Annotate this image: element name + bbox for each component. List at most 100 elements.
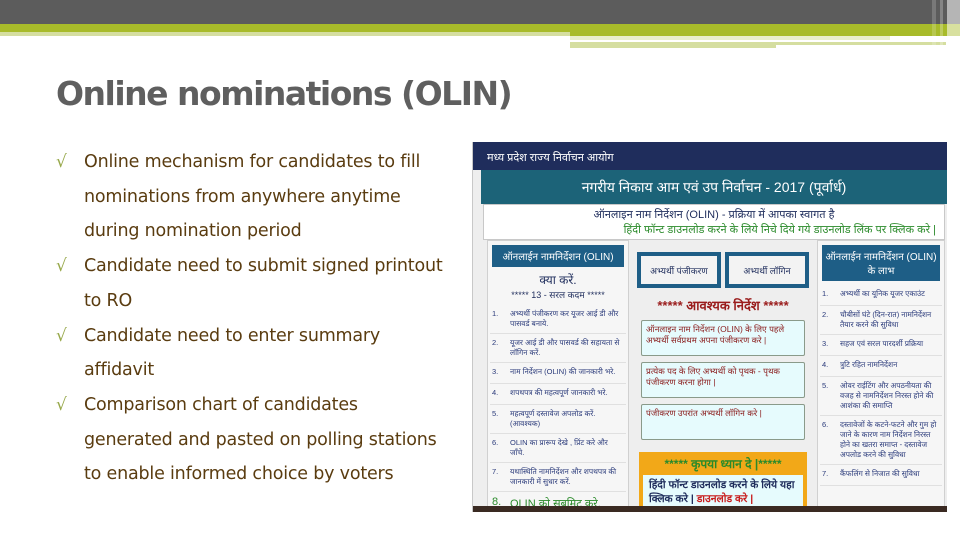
login-button-label: अभ्यर्थी लॉगिन bbox=[729, 256, 805, 284]
list-item-number: 4. bbox=[492, 388, 499, 397]
bullet-line: Candidate need to enter summary bbox=[84, 325, 381, 346]
benefits-panel-heading: ऑनलाईन नामनिर्देशन (OLIN) के लाभ bbox=[822, 245, 940, 281]
list-item-text: यूजर आई डी और पासवर्ड की सहायता से लॉगिन… bbox=[510, 338, 620, 357]
steps-list: 1. अभ्यर्थी पंजीकरण कर यूजर आई डी और पासव… bbox=[490, 305, 626, 512]
list-item-number: 7. bbox=[822, 469, 829, 478]
list-item-number: 2. bbox=[492, 338, 499, 347]
light-stripe-right bbox=[570, 36, 890, 40]
check-icon: √ bbox=[56, 256, 67, 277]
instructions-title: ***** आवश्यक निर्देश ***** bbox=[657, 298, 789, 313]
list-item-text: OLIN का प्रारूप देखे , प्रिंट करे और जाँ… bbox=[510, 438, 608, 457]
slide-title: Online nominations (OLIN) bbox=[56, 74, 513, 113]
light-green-tab-thin bbox=[776, 42, 946, 45]
check-icon: √ bbox=[56, 152, 67, 172]
list-item-text: शपथपत्र की महत्वपूर्ण जानकारी भरे. bbox=[510, 388, 608, 397]
green-accent-bar bbox=[0, 24, 960, 32]
list-item-number: 4. bbox=[822, 360, 829, 369]
list-item-text: दस्तावेजों के कटने-फटने और गुम हो जाने क… bbox=[840, 420, 937, 459]
list-item-number: 6. bbox=[822, 420, 829, 429]
olin-website-screenshot: मध्य प्रदेश राज्य निर्वाचन आयोग नगरीय नि… bbox=[472, 142, 947, 512]
benefits-list: 1. अभ्यर्थी का यूनिक यूजर एकाउंट 2. चौबीसों… bbox=[820, 285, 942, 486]
list-item: 7. यथास्थिति नामनिर्देशन और शपथपत्र की जा… bbox=[490, 463, 626, 492]
benefits-panel: ऑनलाईन नामनिर्देशन (OLIN) के लाभ 1. अभ्यर… bbox=[817, 240, 945, 512]
bullet-item: √ Candidate need to enter summary affidavi… bbox=[56, 319, 466, 388]
light-green-tab bbox=[570, 42, 776, 48]
bullet-line: affidavit bbox=[84, 360, 155, 381]
list-item: 2. चौबीसों घंटे (दिन-रात) नामनिर्देशन तैय… bbox=[820, 306, 942, 335]
bullet-item: √ Online mechanism for candidates to fill… bbox=[56, 145, 466, 249]
bullet-line: nominations from anywhere anytime bbox=[84, 186, 401, 207]
list-item-number: 3. bbox=[822, 339, 829, 348]
instruction-note: पंजीकरण उपरांत अभ्यर्थी लॉगिन करे | bbox=[641, 404, 805, 440]
welcome-text: ऑनलाइन नाम निर्देशन (OLIN) - प्रक्रिया म… bbox=[593, 209, 835, 221]
list-item-text: महत्वपूर्ण दस्तावेज अपलोड करें. (आवश्यक) bbox=[510, 409, 596, 428]
list-item-text: चौबीसों घंटे (दिन-रात) नामनिर्देशन तैयार… bbox=[840, 310, 932, 329]
list-item-text: अभ्यर्थी का यूनिक यूजर एकाउंट bbox=[840, 289, 925, 298]
site-header: मध्य प्रदेश राज्य निर्वाचन आयोग bbox=[473, 142, 947, 170]
list-item: 6. दस्तावेजों के कटने-फटने और गुम हो जाने… bbox=[820, 416, 942, 465]
font-download-box: हिंदी फॉन्ट डाउनलोड करने के लिये यहा क्ल… bbox=[643, 475, 803, 509]
steps-panel: ऑनलाईन नामनिर्देशन (OLIN) क्या करें. ***… bbox=[487, 240, 629, 512]
site-header-title: मध्य प्रदेश राज्य निर्वाचन आयोग bbox=[487, 152, 614, 164]
top-gray-bar bbox=[0, 0, 960, 24]
light-green-stripe bbox=[0, 32, 570, 36]
vertical-stripe bbox=[947, 0, 960, 48]
list-item: 2. यूजर आई डी और पासवर्ड की सहायता से लॉग… bbox=[490, 334, 626, 363]
list-item-text: सहज एवं सरल पारदर्शी प्रक्रिया bbox=[840, 339, 924, 348]
list-item: 3. नाम निर्देशन (OLIN) की जानकारी भरे. bbox=[490, 363, 626, 384]
list-item-number: 1. bbox=[822, 289, 829, 298]
what-to-do-label: क्या करें. bbox=[539, 273, 577, 287]
list-item-number: 2. bbox=[822, 310, 829, 319]
vertical-stripe bbox=[932, 0, 936, 48]
list-item-number: 5. bbox=[492, 409, 499, 418]
list-item: 6. OLIN का प्रारूप देखे , प्रिंट करे और ज… bbox=[490, 434, 626, 463]
check-icon: √ bbox=[56, 394, 67, 415]
steps-panel-heading: ऑनलाईन नामनिर्देशन (OLIN) bbox=[492, 245, 624, 267]
register-button-label: अभ्यर्थी पंजीकरण bbox=[641, 256, 717, 284]
taskbar-strip bbox=[473, 506, 947, 512]
list-item: 3. सहज एवं सरल पारदर्शी प्रक्रिया bbox=[820, 335, 942, 356]
bullet-line: to enable informed choice by voters bbox=[84, 464, 394, 485]
attention-box: ***** कृपया ध्यान दे |***** हिंदी फॉन्ट … bbox=[639, 452, 807, 512]
list-item: 5. महत्वपूर्ण दस्तावेज अपलोड करें. (आवश्य… bbox=[490, 405, 626, 434]
candidate-login-button[interactable]: अभ्यर्थी लॉगिन bbox=[725, 252, 809, 288]
bullet-line: Candidate need to submit signed printout bbox=[84, 256, 443, 277]
list-item-text: यथास्थिति नामनिर्देशन और शपथपत्र की जानक… bbox=[510, 467, 617, 486]
welcome-box: ऑनलाइन नाम निर्देशन (OLIN) - प्रक्रिया म… bbox=[483, 204, 945, 240]
actions-panel: अभ्यर्थी पंजीकरण अभ्यर्थी लॉगिन ***** आव… bbox=[633, 240, 813, 512]
list-item-text: ओवर राईटिंग और अपठनीयता की वजह से नामनिर… bbox=[840, 381, 934, 410]
list-item: 4. त्रुटि रहित नामनिर्देशन bbox=[820, 356, 942, 377]
list-item-number: 6. bbox=[492, 438, 499, 447]
list-item-number: 5. bbox=[822, 381, 829, 390]
bullet-line: to RO bbox=[84, 290, 133, 311]
steps-label: ***** 13 - सरल कदम ***** bbox=[511, 290, 605, 300]
bullet-item: √ Candidate need to submit signed printou… bbox=[56, 249, 466, 318]
bullet-line: Comparison chart of candidates bbox=[84, 394, 358, 415]
instruction-note: प्रत्येक पद के लिए अभ्यर्थी को पृथक - पृ… bbox=[641, 362, 805, 398]
candidate-register-button[interactable]: अभ्यर्थी पंजीकरण bbox=[637, 252, 721, 288]
site-subheader: नगरीय निकाय आम एवं उप निर्वाचन - 2017 (प… bbox=[481, 170, 947, 204]
bullet-list: √ Online mechanism for candidates to fill… bbox=[56, 145, 466, 492]
instruction-note: ऑनलाइन नाम निर्देशन (OLIN) के लिए पहले अ… bbox=[641, 320, 805, 356]
list-item-number: 3. bbox=[492, 367, 499, 376]
list-item: 1. अभ्यर्थी का यूनिक यूजर एकाउंट bbox=[820, 285, 942, 306]
list-item-number: 7. bbox=[492, 467, 499, 476]
list-item: 5. ओवर राईटिंग और अपठनीयता की वजह से नामन… bbox=[820, 377, 942, 416]
list-item: 1. अभ्यर्थी पंजीकरण कर यूजर आई डी और पासव… bbox=[490, 305, 626, 334]
list-item-text: त्रुटि रहित नामनिर्देशन bbox=[840, 360, 898, 369]
check-icon: √ bbox=[56, 325, 67, 346]
list-item: 4. शपथपत्र की महत्वपूर्ण जानकारी भरे. bbox=[490, 384, 626, 405]
vertical-stripe bbox=[940, 0, 943, 48]
font-notice: हिंदी फॉन्ट डाउनलोड करने के लिये निचे दि… bbox=[623, 224, 936, 236]
attention-title: ***** कृपया ध्यान दे |***** bbox=[664, 457, 782, 471]
list-item-text: नाम निर्देशन (OLIN) की जानकारी भरे. bbox=[510, 367, 616, 376]
download-link[interactable]: डाउनलोड करे | bbox=[697, 493, 754, 505]
bullet-line: during nomination period bbox=[84, 221, 302, 242]
list-item-text: कैंफलिंग से निजात की सुविधा bbox=[840, 469, 920, 478]
list-item-text: अभ्यर्थी पंजीकरण कर यूजर आई डी और पासवर्… bbox=[510, 309, 619, 328]
bullet-item: √ Comparison chart of candidates generated… bbox=[56, 388, 466, 492]
bullet-line: generated and pasted on polling stations bbox=[84, 429, 437, 450]
list-item-number: 1. bbox=[492, 309, 499, 318]
bullet-line: Online mechanism for candidates to fill bbox=[84, 152, 421, 172]
list-item: 7. कैंफलिंग से निजात की सुविधा bbox=[820, 465, 942, 486]
